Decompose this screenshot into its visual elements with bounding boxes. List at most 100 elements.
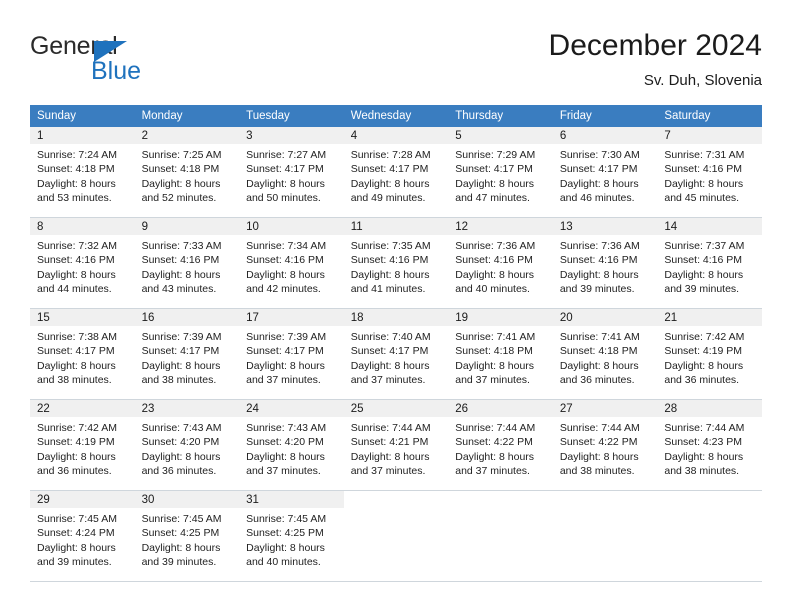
daylight-text-line2: and 36 minutes. (664, 373, 740, 386)
sunset-text: Sunset: 4:16 PM (664, 163, 743, 176)
sunset-text: Sunset: 4:18 PM (37, 163, 115, 176)
calendar-header-row: Sunday Monday Tuesday Wednesday Thursday… (30, 105, 762, 127)
sunset-text: Sunset: 4:18 PM (455, 345, 533, 358)
general-blue-logo[interactable]: General Blue (30, 32, 190, 88)
daylight-text-line2: and 43 minutes. (141, 282, 217, 295)
calendar-day-cell[interactable]: 5 Sunrise: 7:29 AM Sunset: 4:17 PM Dayli… (448, 127, 553, 218)
sunrise-text: Sunrise: 7:45 AM (246, 513, 327, 525)
sunset-text: Sunset: 4:25 PM (246, 527, 324, 540)
day-number: 3 (239, 127, 344, 144)
sunrise-text: Sunrise: 7:31 AM (664, 149, 745, 161)
day-number: 6 (552, 127, 658, 144)
daylight-text-line1: Daylight: 8 hours (664, 359, 744, 372)
sunrise-text: Sunrise: 7:42 AM (664, 331, 745, 343)
sunset-text: Sunset: 4:21 PM (350, 436, 429, 449)
calendar-day-cell[interactable]: 22 Sunrise: 7:42 AM Sunset: 4:19 PM Dayl… (30, 399, 135, 491)
calendar-day-cell[interactable]: 21 Sunrise: 7:42 AM Sunset: 4:19 PM Dayl… (657, 308, 762, 400)
calendar-day-cell[interactable]: 19 Sunrise: 7:41 AM Sunset: 4:18 PM Dayl… (448, 308, 553, 400)
daylight-text-line1: Daylight: 8 hours (246, 268, 325, 281)
sunrise-text: Sunrise: 7:38 AM (37, 331, 117, 343)
daylight-text-line1: Daylight: 8 hours (141, 177, 221, 190)
sunset-text: Sunset: 4:17 PM (246, 163, 324, 176)
sunrise-text: Sunrise: 7:25 AM (141, 149, 222, 161)
sunrise-text: Sunrise: 7:42 AM (37, 422, 117, 434)
sunset-text: Sunset: 4:24 PM (37, 527, 115, 540)
daylight-text-line2: and 37 minutes. (246, 464, 321, 477)
daylight-text-line2: and 52 minutes. (141, 191, 217, 204)
sunset-text: Sunset: 4:17 PM (37, 345, 115, 358)
daylight-text-line2: and 46 minutes. (559, 191, 635, 204)
daylight-text-line2: and 39 minutes. (37, 555, 112, 568)
calendar-day-cell[interactable]: 13 Sunrise: 7:36 AM Sunset: 4:16 PM Dayl… (552, 217, 658, 309)
calendar-day-cell[interactable]: 8 Sunrise: 7:32 AM Sunset: 4:16 PM Dayli… (30, 217, 135, 309)
calendar-day-cell[interactable]: 11 Sunrise: 7:35 AM Sunset: 4:16 PM Dayl… (343, 217, 449, 309)
calendar-day-cell[interactable]: 16 Sunrise: 7:39 AM Sunset: 4:17 PM Dayl… (134, 308, 240, 400)
daylight-text-line2: and 39 minutes. (559, 282, 635, 295)
day-number: 25 (343, 400, 449, 417)
daylight-text-line2: and 37 minutes. (350, 464, 426, 477)
daylight-text-line1: Daylight: 8 hours (664, 177, 744, 190)
calendar-day-cell[interactable]: 27 Sunrise: 7:44 AM Sunset: 4:22 PM Dayl… (552, 399, 658, 491)
logo-text-blue: Blue (91, 57, 142, 85)
calendar-day-cell[interactable]: 6 Sunrise: 7:30 AM Sunset: 4:17 PM Dayli… (552, 127, 658, 218)
calendar-day-cell[interactable]: 30 Sunrise: 7:45 AM Sunset: 4:25 PM Dayl… (134, 490, 240, 582)
calendar-day-cell[interactable]: 7 Sunrise: 7:31 AM Sunset: 4:16 PM Dayli… (657, 127, 762, 218)
calendar-day-cell[interactable]: 12 Sunrise: 7:36 AM Sunset: 4:16 PM Dayl… (448, 217, 553, 309)
sunset-text: Sunset: 4:17 PM (246, 345, 324, 358)
calendar-day-cell-empty (448, 490, 553, 582)
calendar-day-cell[interactable]: 15 Sunrise: 7:38 AM Sunset: 4:17 PM Dayl… (30, 308, 135, 400)
calendar-day-cell[interactable]: 3 Sunrise: 7:27 AM Sunset: 4:17 PM Dayli… (239, 127, 344, 218)
sunset-text: Sunset: 4:16 PM (350, 254, 429, 267)
calendar-day-cell[interactable]: 1 Sunrise: 7:24 AM Sunset: 4:18 PM Dayli… (30, 127, 135, 218)
weekday-header-wednesday: Wednesday (343, 105, 449, 127)
daylight-text-line1: Daylight: 8 hours (559, 450, 639, 463)
daylight-text-line1: Daylight: 8 hours (37, 177, 116, 190)
day-number: 21 (657, 309, 762, 326)
daylight-text-line1: Daylight: 8 hours (664, 268, 744, 281)
day-number: 7 (657, 127, 762, 144)
sunset-text: Sunset: 4:16 PM (37, 254, 115, 267)
calendar-day-cell[interactable]: 26 Sunrise: 7:44 AM Sunset: 4:22 PM Dayl… (448, 399, 553, 491)
calendar-day-cell[interactable]: 20 Sunrise: 7:41 AM Sunset: 4:18 PM Dayl… (552, 308, 658, 400)
daylight-text-line1: Daylight: 8 hours (455, 450, 535, 463)
sunset-text: Sunset: 4:25 PM (141, 527, 220, 540)
calendar-day-cell[interactable]: 17 Sunrise: 7:39 AM Sunset: 4:17 PM Dayl… (239, 308, 344, 400)
calendar-day-cell[interactable]: 2 Sunrise: 7:25 AM Sunset: 4:18 PM Dayli… (134, 127, 240, 218)
sunrise-sunset-calendar: Sunday Monday Tuesday Wednesday Thursday… (30, 105, 762, 582)
calendar-week-row: 15 Sunrise: 7:38 AM Sunset: 4:17 PM Dayl… (30, 308, 762, 400)
day-number (657, 491, 762, 508)
sunrise-text: Sunrise: 7:30 AM (559, 149, 640, 161)
calendar-day-cell[interactable]: 31 Sunrise: 7:45 AM Sunset: 4:25 PM Dayl… (239, 490, 344, 582)
daylight-text-line1: Daylight: 8 hours (141, 268, 221, 281)
calendar-page: General Blue December 2024 Sv. Duh, Slov… (0, 0, 792, 612)
day-number: 30 (134, 491, 240, 508)
day-number (552, 491, 658, 508)
calendar-day-cell[interactable]: 28 Sunrise: 7:44 AM Sunset: 4:23 PM Dayl… (657, 399, 762, 491)
calendar-day-cell[interactable]: 10 Sunrise: 7:34 AM Sunset: 4:16 PM Dayl… (239, 217, 344, 309)
calendar-day-cell[interactable]: 14 Sunrise: 7:37 AM Sunset: 4:16 PM Dayl… (657, 217, 762, 309)
calendar-day-cell[interactable]: 25 Sunrise: 7:44 AM Sunset: 4:21 PM Dayl… (343, 399, 449, 491)
sunrise-text: Sunrise: 7:44 AM (455, 422, 536, 434)
weekday-header-saturday: Saturday (657, 105, 762, 127)
calendar-day-cell[interactable]: 29 Sunrise: 7:45 AM Sunset: 4:24 PM Dayl… (30, 490, 135, 582)
daylight-text-line2: and 37 minutes. (455, 464, 530, 477)
calendar-day-cell[interactable]: 4 Sunrise: 7:28 AM Sunset: 4:17 PM Dayli… (343, 127, 449, 218)
day-number (343, 491, 449, 508)
calendar-day-cell[interactable]: 23 Sunrise: 7:43 AM Sunset: 4:20 PM Dayl… (134, 399, 240, 491)
daylight-text-line1: Daylight: 8 hours (37, 450, 116, 463)
sunrise-text: Sunrise: 7:29 AM (455, 149, 536, 161)
daylight-text-line1: Daylight: 8 hours (246, 177, 325, 190)
daylight-text-line1: Daylight: 8 hours (141, 359, 221, 372)
sunrise-text: Sunrise: 7:36 AM (559, 240, 640, 252)
calendar-day-cell[interactable]: 18 Sunrise: 7:40 AM Sunset: 4:17 PM Dayl… (343, 308, 449, 400)
sunset-text: Sunset: 4:22 PM (559, 436, 638, 449)
daylight-text-line2: and 36 minutes. (37, 464, 112, 477)
calendar-day-cell[interactable]: 9 Sunrise: 7:33 AM Sunset: 4:16 PM Dayli… (134, 217, 240, 309)
daylight-text-line1: Daylight: 8 hours (37, 359, 116, 372)
day-number: 8 (30, 218, 135, 235)
location-subtitle: Sv. Duh, Slovenia (643, 72, 762, 89)
daylight-text-line1: Daylight: 8 hours (664, 450, 744, 463)
day-number: 31 (239, 491, 344, 508)
calendar-day-cell[interactable]: 24 Sunrise: 7:43 AM Sunset: 4:20 PM Dayl… (239, 399, 344, 491)
sunrise-text: Sunrise: 7:43 AM (246, 422, 327, 434)
